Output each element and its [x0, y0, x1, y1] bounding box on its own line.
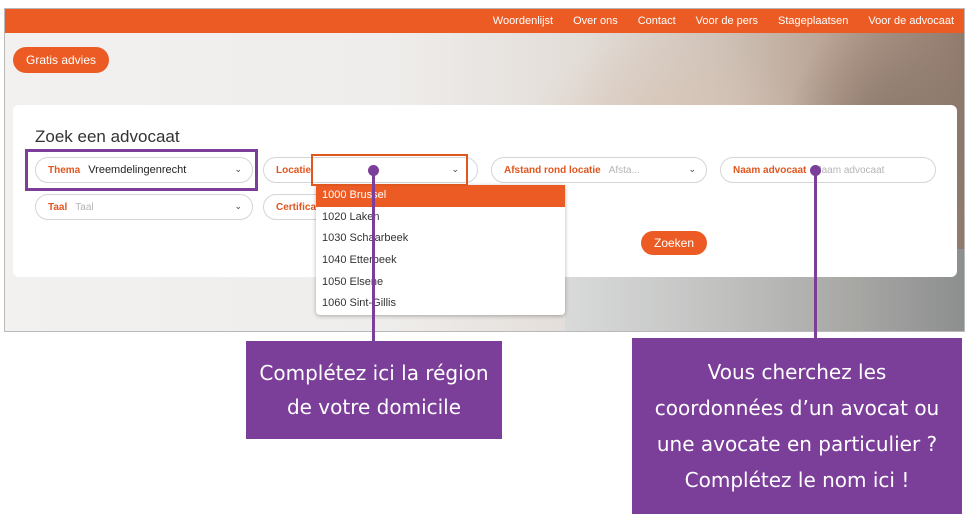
- nav-item-voor-de-advocaat[interactable]: Voor de advocaat: [858, 15, 964, 27]
- locatie-option[interactable]: 1040 Etterbeek: [316, 250, 565, 272]
- callout-name-line: une avocate en particulier ?: [656, 432, 938, 456]
- locatie-pointer-line: [372, 170, 375, 342]
- naam-pointer-line: [814, 170, 817, 340]
- chevron-down-icon: ⌄: [688, 164, 696, 174]
- callout-region-line: Complétez ici la région: [259, 361, 489, 385]
- chevron-down-icon: ⌄: [234, 201, 242, 211]
- callout-name-line: coordonnées d’un avocat ou: [654, 396, 940, 420]
- zoeken-button[interactable]: Zoeken: [641, 231, 707, 255]
- search-title: Zoek een advocaat: [35, 127, 180, 146]
- nav-item-woordenlijst[interactable]: Woordenlijst: [483, 15, 563, 27]
- naam-advocaat-input[interactable]: Naam advocaat Naam advocaat: [720, 157, 936, 183]
- nav-item-contact[interactable]: Contact: [628, 15, 686, 27]
- nav-item-voor-de-pers[interactable]: Voor de pers: [686, 15, 768, 27]
- gratis-advies-button[interactable]: Gratis advies: [13, 47, 109, 73]
- afstand-select[interactable]: Afstand rond locatie Afsta... ⌄: [491, 157, 707, 183]
- callout-name: Vous cherchez les coordonnées d’un avoca…: [632, 338, 962, 514]
- afstand-placeholder: Afsta...: [608, 164, 640, 176]
- locatie-option[interactable]: 1030 Schaarbeek: [316, 228, 565, 250]
- taal-select[interactable]: Taal Taal ⌄: [35, 194, 253, 220]
- naam-placeholder: Naam advocaat: [814, 164, 885, 176]
- locatie-dropdown: 1000 Brussel 1020 Laken 1030 Schaarbeek …: [316, 185, 565, 316]
- callout-name-line: Vous cherchez les: [707, 360, 887, 384]
- afstand-label: Afstand rond locatie: [504, 164, 601, 176]
- taal-placeholder: Taal: [75, 201, 94, 213]
- locatie-option[interactable]: 1060 Sint-Gillis: [316, 293, 565, 315]
- naam-label: Naam advocaat: [733, 164, 807, 176]
- taal-label: Taal: [48, 201, 68, 213]
- nav-item-stageplaatsen[interactable]: Stageplaatsen: [768, 15, 858, 27]
- callout-name-line: Complétez le nom ici !: [684, 468, 910, 492]
- locatie-highlight-box: [311, 154, 468, 186]
- nav-item-over-ons[interactable]: Over ons: [563, 15, 628, 27]
- locatie-option[interactable]: 1050 Elsene: [316, 272, 565, 294]
- locatie-option[interactable]: 1000 Brussel: [316, 185, 565, 207]
- locatie-label: Locatie: [276, 164, 312, 176]
- thema-highlight-box: [25, 149, 258, 191]
- top-navigation: Woordenlijst Over ons Contact Voor de pe…: [5, 9, 964, 33]
- callout-region-line: de votre domicile: [286, 395, 462, 419]
- callout-region: Complétez ici la région de votre domicil…: [246, 341, 502, 439]
- locatie-option[interactable]: 1020 Laken: [316, 207, 565, 229]
- certificaat-label: Certifica: [276, 201, 317, 213]
